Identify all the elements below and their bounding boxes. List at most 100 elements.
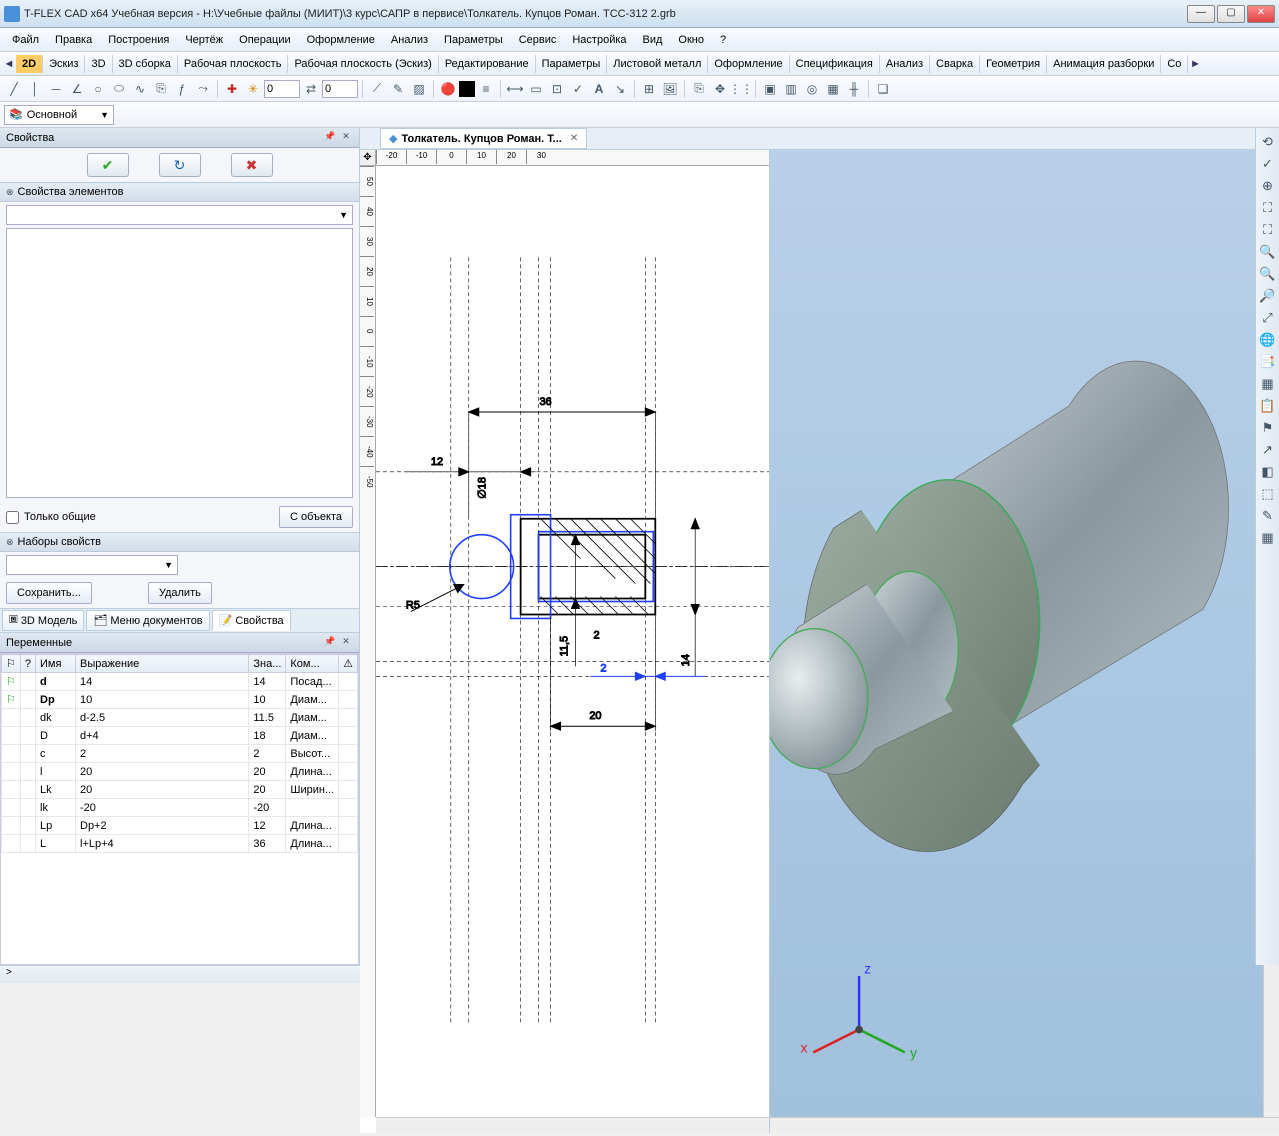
var-row[interactable]: LpDp+212Длина... <box>2 817 358 835</box>
close-tab-icon[interactable]: ✕ <box>570 133 578 144</box>
apply-button[interactable]: ✔ <box>87 153 129 177</box>
right-tool-18[interactable]: ▦ <box>1258 528 1278 548</box>
maximize-button[interactable]: ▢ <box>1217 5 1245 23</box>
pin-icon[interactable]: 📌 <box>323 131 337 145</box>
col-flag[interactable]: ⚐ <box>2 655 21 673</box>
right-tool-2[interactable]: ⊕ <box>1258 176 1278 196</box>
offset-icon[interactable]: ⎘ <box>151 79 171 99</box>
var-row[interactable]: l2020Длина... <box>2 763 358 781</box>
refresh-button[interactable]: ↻ <box>159 153 201 177</box>
vline-icon[interactable]: │ <box>25 79 45 99</box>
func-icon[interactable]: ƒ <box>172 79 192 99</box>
col-q[interactable]: ? <box>20 655 35 673</box>
col-name[interactable]: Имя <box>36 655 76 673</box>
right-tool-15[interactable]: ◧ <box>1258 462 1278 482</box>
layer-combo[interactable]: 📚 Основной ▼ <box>4 105 114 125</box>
sunburst-icon[interactable]: ✳ <box>243 79 263 99</box>
right-tool-16[interactable]: ⬚ <box>1258 484 1278 504</box>
circle-icon[interactable]: ○ <box>88 79 108 99</box>
array-icon[interactable]: ⋮⋮ <box>731 79 751 99</box>
path-icon[interactable]: ⤳ <box>193 79 213 99</box>
hline-icon[interactable]: ─ <box>46 79 66 99</box>
line-icon[interactable]: ╱ <box>4 79 24 99</box>
scrollbar-h-3d[interactable] <box>770 1117 1279 1133</box>
section-element-props[interactable]: ⊗ Свойства элементов <box>0 182 359 202</box>
modetab-Со[interactable]: Со <box>1161 55 1188 73</box>
right-tool-1[interactable]: ✓ <box>1258 154 1278 174</box>
drawing-canvas[interactable]: 36 12 ∅18 R5 <box>376 166 769 1117</box>
scrollbar-h[interactable] <box>376 1117 769 1133</box>
right-tool-4[interactable]: ⛶ <box>1258 220 1278 240</box>
modetab-Рабочая плоскость (Эскиз)[interactable]: Рабочая плоскость (Эскиз) <box>288 55 438 73</box>
rough-icon[interactable]: ✓ <box>568 79 588 99</box>
right-tool-11[interactable]: ▦ <box>1258 374 1278 394</box>
menu-Окно[interactable]: Окно <box>670 31 712 49</box>
layer-icon[interactable]: ❏ <box>873 79 893 99</box>
detail-icon[interactable]: ◎ <box>802 79 822 99</box>
modetab-3D сборка[interactable]: 3D сборка <box>113 55 178 73</box>
close-button[interactable]: ✕ <box>1247 5 1275 23</box>
minimize-button[interactable]: — <box>1187 5 1215 23</box>
var-row[interactable]: dkd-2.511.5Диам... <box>2 709 358 727</box>
view-icon[interactable]: ▣ <box>760 79 780 99</box>
var-row[interactable]: Dd+418Диам... <box>2 727 358 745</box>
menu-Чертёж[interactable]: Чертёж <box>177 31 231 49</box>
color-black[interactable] <box>459 81 475 97</box>
modetab-Оформление[interactable]: Оформление <box>708 55 789 73</box>
right-tool-10[interactable]: 📑 <box>1258 352 1278 372</box>
section-prop-sets[interactable]: ⊗ Наборы свойств <box>0 532 359 552</box>
leader-icon[interactable]: ↘ <box>610 79 630 99</box>
break-icon[interactable]: ╫ <box>844 79 864 99</box>
delete-set-button[interactable]: Удалить <box>148 582 212 604</box>
offset-x-input[interactable] <box>264 80 300 98</box>
view-2d[interactable]: ✥ -20-100102030 50403020100-10-20-30-40-… <box>360 150 770 1133</box>
close-icon[interactable]: ✕ <box>339 636 353 650</box>
var-row[interactable]: c22Высот... <box>2 745 358 763</box>
cancel-button[interactable]: ✖ <box>231 153 273 177</box>
right-tool-12[interactable]: 📋 <box>1258 396 1278 416</box>
modetab-2D[interactable]: 2D <box>16 55 43 73</box>
menu-Настройка[interactable]: Настройка <box>564 31 634 49</box>
tab-doc-menu[interactable]: 🗂Меню документов <box>86 610 209 631</box>
rgb-icon[interactable]: 🔴 <box>438 79 458 99</box>
menu-Операции[interactable]: Операции <box>231 31 298 49</box>
sketch-icon[interactable]: ✎ <box>388 79 408 99</box>
modetab-Спецификация[interactable]: Спецификация <box>790 55 880 73</box>
ruler-origin[interactable]: ✥ <box>360 150 376 166</box>
var-row[interactable]: Lk2020Ширин... <box>2 781 358 799</box>
right-tool-9[interactable]: 🌐 <box>1258 330 1278 350</box>
right-tool-7[interactable]: 🔎 <box>1258 286 1278 306</box>
right-tool-5[interactable]: 🔍 <box>1258 242 1278 262</box>
modetab-Эскиз[interactable]: Эскиз <box>43 55 85 73</box>
menu-Параметры[interactable]: Параметры <box>436 31 511 49</box>
close-icon[interactable]: ✕ <box>339 131 353 145</box>
menu-Анализ[interactable]: Анализ <box>383 31 436 49</box>
tol-icon[interactable]: ⊡ <box>547 79 567 99</box>
right-tool-6[interactable]: 🔍 <box>1258 264 1278 284</box>
from-object-button[interactable]: С объекта <box>279 506 353 528</box>
tab-scroll-left[interactable]: ◄ <box>2 58 16 70</box>
tab-3d-model[interactable]: 🞖3D Модель <box>2 610 84 631</box>
modetab-Сварка[interactable]: Сварка <box>930 55 980 73</box>
hatch-icon[interactable]: ▨ <box>409 79 429 99</box>
var-row[interactable]: lk-20-20 <box>2 799 358 817</box>
tab-scroll-right[interactable]: ► <box>1188 58 1202 70</box>
text-icon[interactable]: A <box>589 79 609 99</box>
menu-Построения[interactable]: Построения <box>100 31 177 49</box>
linetype-icon[interactable]: ≡ <box>476 79 496 99</box>
menu-?[interactable]: ? <box>712 31 734 49</box>
var-row[interactable]: Ll+Lp+436Длина... <box>2 835 358 853</box>
var-row[interactable]: ⚐d1414Посад... <box>2 673 358 691</box>
col-expr[interactable]: Выражение <box>76 655 249 673</box>
notes-icon[interactable]: ▭ <box>526 79 546 99</box>
view-3d[interactable]: z x y <box>770 150 1279 1133</box>
proj-icon[interactable]: ▦ <box>823 79 843 99</box>
frag-icon[interactable]: ⊞ <box>639 79 659 99</box>
section-icon[interactable]: ▥ <box>781 79 801 99</box>
menu-Оформление[interactable]: Оформление <box>299 31 383 49</box>
document-tab[interactable]: ◆ Толкатель. Купцов Роман. Т... ✕ <box>380 128 587 149</box>
copy-icon[interactable]: ⎘ <box>689 79 709 99</box>
variables-table[interactable]: ⚐ ? Имя Выражение Зна... Ком... ⚠ ⚐d1414… <box>0 653 359 965</box>
element-type-dropdown[interactable]: ▼ <box>6 205 353 225</box>
right-tool-8[interactable]: ⤢ <box>1258 308 1278 328</box>
